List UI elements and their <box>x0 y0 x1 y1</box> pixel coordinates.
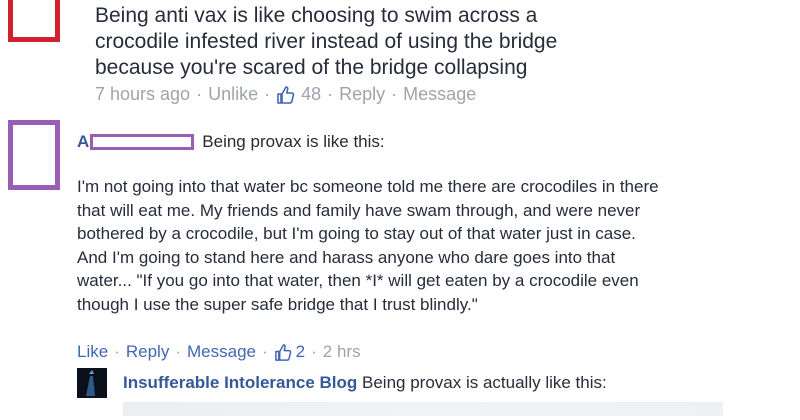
reply-link[interactable]: Reply <box>126 342 169 362</box>
comment-line: water... "If you go into that water, the… <box>77 271 639 290</box>
comment-line: And I'm going to stand here and harass a… <box>77 247 616 267</box>
comment-line: that will eat me. My friends and family … <box>77 200 641 220</box>
comment-line: crocodile infested river instead of usin… <box>95 30 558 53</box>
commenter-name[interactable]: A <box>77 132 89 152</box>
meta-separator: · <box>196 84 203 104</box>
thumbs-up-icon[interactable] <box>274 343 293 362</box>
meta-separator: · <box>391 84 398 104</box>
comment-timestamp[interactable]: 7 hours ago <box>95 84 190 105</box>
message-link[interactable]: Message <box>187 342 256 362</box>
comment-line: bothered by a crocodile, but I'm going t… <box>77 224 636 243</box>
reply-text: Insufferable Intolerance Blog Being prov… <box>123 373 607 393</box>
comment-timestamp[interactable]: 2 hrs <box>323 342 361 362</box>
cropped-text-fragment <box>123 402 723 416</box>
meta-separator: · <box>327 84 334 104</box>
reply-link[interactable]: Reply <box>339 84 385 105</box>
reply-author-name[interactable]: Insufferable Intolerance Blog <box>123 373 357 392</box>
like-count[interactable]: 48 <box>301 84 321 105</box>
reply-avatar[interactable] <box>77 368 107 398</box>
comment-line: I'm not going into that water bc someone… <box>77 177 659 196</box>
comment-header: A Being provax is like this: <box>77 132 385 152</box>
meta-separator: · <box>175 342 181 361</box>
meta-separator: · <box>114 342 120 361</box>
comment-text: I'm not going into that water bc someone… <box>77 175 777 316</box>
commenter-avatar-redacted[interactable] <box>8 0 60 42</box>
comment-headline: Being provax is like this: <box>202 132 385 151</box>
like-count[interactable]: 2 <box>296 342 305 362</box>
comment-line: Being anti vax is like choosing to swim … <box>95 4 538 27</box>
thumbs-up-icon[interactable] <box>276 85 296 105</box>
meta-separator: · <box>261 342 268 361</box>
unlike-link[interactable]: Unlike <box>208 84 258 105</box>
comment-line: because you're scared of the bridge coll… <box>95 56 528 79</box>
like-link[interactable]: Like <box>77 342 108 362</box>
name-redaction-box <box>90 134 195 150</box>
comment-line: though I use the super safe bridge that … <box>77 294 478 314</box>
message-link[interactable]: Message <box>403 84 476 105</box>
comment-meta: 7 hours ago · Unlike · 48 · Reply · Mess… <box>95 84 476 105</box>
reply-headline: Being provax is actually like this: <box>362 373 607 392</box>
meta-separator: · <box>264 84 271 104</box>
comment-text: Being anti vax is like choosing to swim … <box>95 3 785 81</box>
commenter-avatar-redacted[interactable] <box>8 120 60 190</box>
comment-meta: Like · Reply · Message · 2 · 2 hrs <box>77 342 361 362</box>
meta-separator: · <box>311 342 317 361</box>
